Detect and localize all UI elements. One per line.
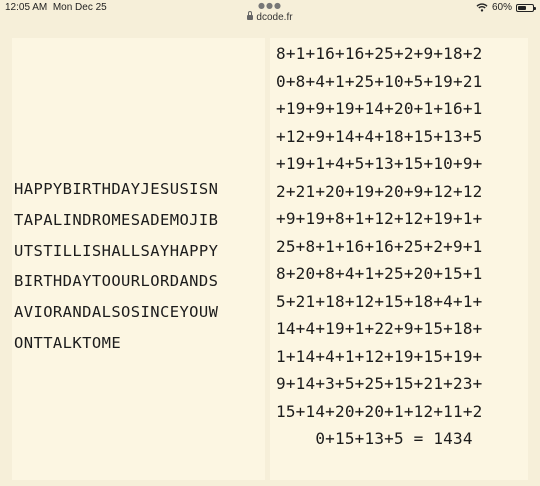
message-line: ONTTALKTOME bbox=[14, 333, 122, 352]
sum-line: 8+1+16+16+25+2+9+18+2 bbox=[276, 44, 483, 63]
message-line: TAPALINDROMESADEMOJIB bbox=[14, 210, 219, 229]
wifi-icon bbox=[476, 3, 488, 12]
status-bar: 12:05 AM Mon Dec 25 ●●● dcode.fr 60% bbox=[0, 0, 540, 28]
sum-line: +12+9+14+4+18+15+13+5 bbox=[276, 126, 483, 146]
sum-line: 5+21+18+12+15+18+4+1+ bbox=[276, 291, 483, 311]
message-text: HAPPYBIRTHDAYJESUSISN TAPALINDROMESADEMOJ… bbox=[14, 174, 265, 359]
sum-line: 0+8+4+1+25+10+5+19+21 bbox=[276, 71, 483, 91]
sum-line: 15+14+20+20+1+12+11+2 bbox=[276, 401, 483, 421]
sum-panel: 8+1+16+16+25+2+9+18+2 0+8+4+1+25+10+5+19+… bbox=[270, 38, 528, 480]
message-line: BIRTHDAYTOOURLORDANDS bbox=[14, 272, 219, 291]
more-dots-icon[interactable]: ●●● bbox=[258, 1, 282, 10]
address-url: dcode.fr bbox=[256, 12, 293, 23]
sum-line: +9+19+8+1+12+12+19+1+ bbox=[276, 209, 483, 228]
message-line: HAPPYBIRTHDAYJESUSISN bbox=[14, 180, 219, 198]
sum-text: 8+1+16+16+25+2+9+18+2 0+8+4+1+25+10+5+19+… bbox=[276, 40, 528, 453]
sum-line: +19+1+4+5+13+15+10+9+ bbox=[276, 154, 483, 173]
sum-line: 9+14+3+5+25+15+21+23+ bbox=[276, 374, 483, 393]
sum-line: 8+20+8+4+1+25+20+15+1 bbox=[276, 264, 483, 283]
sum-line: 2+21+20+19+20+9+12+12 bbox=[276, 181, 483, 201]
sum-line: 14+4+19+1+22+9+15+18+ bbox=[276, 319, 483, 338]
sum-line: 25+8+1+16+16+25+2+9+1 bbox=[276, 236, 483, 256]
message-panel: HAPPYBIRTHDAYJESUSISN TAPALINDROMESADEMOJ… bbox=[12, 38, 265, 480]
battery-percent: 60% bbox=[491, 2, 512, 13]
battery-level bbox=[518, 5, 527, 10]
address-bar[interactable]: dcode.fr bbox=[0, 11, 540, 23]
battery-icon bbox=[516, 3, 536, 12]
sum-line: 0+15+13+5 = 1434 bbox=[276, 429, 473, 448]
message-line: AVIORANDALSOSINCEYOUW bbox=[14, 303, 219, 322]
sum-line: 1+14+4+1+12+19+15+19+ bbox=[276, 346, 483, 366]
status-indicators: 60% bbox=[476, 2, 536, 13]
sum-line: +19+9+19+14+20+1+16+1 bbox=[276, 99, 483, 118]
lock-icon bbox=[247, 11, 254, 20]
message-line: UTSTILLISHALLSAYHAPPY bbox=[14, 241, 219, 260]
